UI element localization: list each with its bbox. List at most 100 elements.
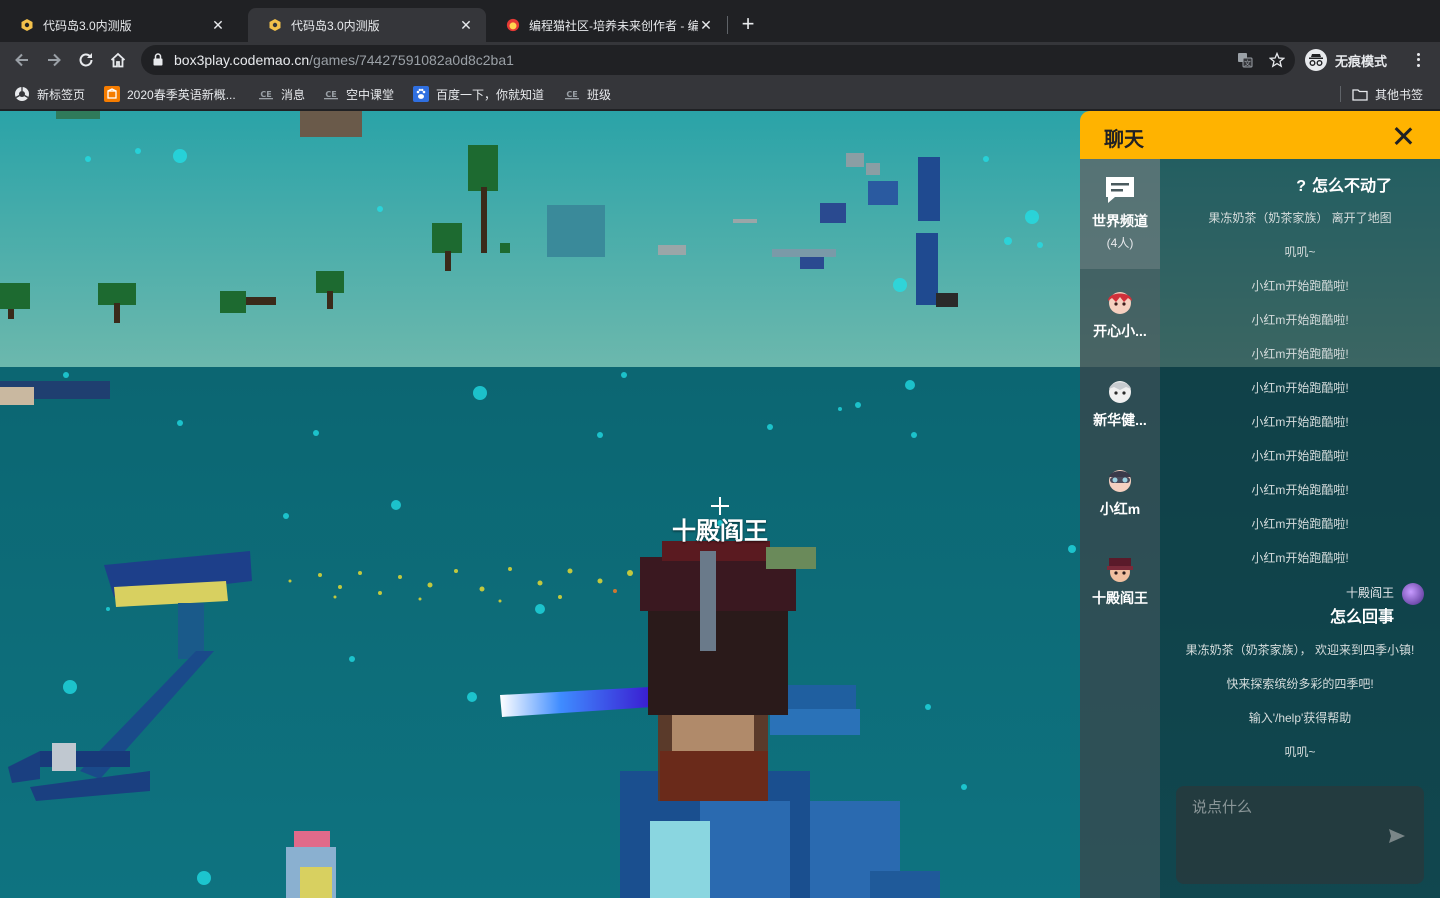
player-name-tag: 十殿阎王 <box>672 518 768 545</box>
message: 小红m开始跑酷啦! <box>1251 279 1349 293</box>
bookmark-label: 2020春季英语新概... <box>127 87 236 102</box>
bookmark-air-classroom[interactable]: CE 空中课堂 <box>323 85 394 103</box>
message: 小红m开始跑酷啦! <box>1251 517 1349 531</box>
reload-icon[interactable] <box>74 48 98 72</box>
channel-label: 世界频道 <box>1092 213 1148 229</box>
url-text: box3play.codemao.cn/games/74427591082a0d… <box>174 52 514 68</box>
bookmarks-bar: 新标签页 2020春季英语新概... CE 消息 CE 空中课堂 百度一下，你就… <box>0 78 1440 110</box>
message: 小红m开始跑酷啦! <box>1251 415 1349 429</box>
avatar-white <box>1104 374 1136 406</box>
tab-title: 代码岛3.0内测版 <box>291 18 380 33</box>
channel-count: (4人) <box>1106 236 1134 250</box>
chat-title: 聊天 <box>1104 129 1144 151</box>
tab-strip: 代码岛3.0内测版 ✕ 代码岛3.0内测版 ✕ 编程猫社区-培养未来创作者 - … <box>0 0 1440 42</box>
channel-user-3[interactable]: 小红m <box>1080 447 1160 536</box>
question-icon: ? <box>1296 178 1306 195</box>
browser-toolbar: box3play.codemao.cn/games/74427591082a0d… <box>0 42 1440 78</box>
send-icon[interactable] <box>1387 826 1407 846</box>
incognito-label: 无痕模式 <box>1335 53 1388 69</box>
message: 快来探索缤纷多彩的四季吧! <box>1226 677 1374 691</box>
close-icon[interactable] <box>1390 123 1416 149</box>
channel-user-1[interactable]: 开心小... <box>1080 269 1160 358</box>
translate-icon[interactable]: 文 <box>1235 50 1255 70</box>
channel-user-2[interactable]: 新华健... <box>1080 358 1160 447</box>
message-user-text: 怎么回事 <box>1329 609 1394 626</box>
channel-list: 世界频道 (4人) 开心小... 新华健... 小红m 十殿阎王 <box>1080 159 1160 898</box>
chat-input[interactable]: 说点什么 <box>1176 786 1424 884</box>
bookmark-messages[interactable]: CE 消息 <box>258 85 305 103</box>
bookmark-label: 班级 <box>587 87 612 102</box>
incognito-indicator[interactable]: 无痕模式 <box>1305 47 1387 73</box>
baidu-icon <box>413 86 429 102</box>
back-icon[interactable] <box>10 48 34 72</box>
home-icon[interactable] <box>106 48 130 72</box>
site-icon: CE <box>323 86 339 102</box>
lock-icon[interactable] <box>153 53 163 71</box>
chat-header: 聊天 <box>1080 111 1440 159</box>
message: 叽叽~ <box>1284 745 1316 759</box>
codemao-community-favicon-icon <box>506 18 520 32</box>
tab-separator <box>727 16 728 34</box>
avatar-hat <box>1104 552 1136 584</box>
chat-input-placeholder: 说点什么 <box>1192 799 1253 816</box>
bookmark-class[interactable]: CE 班级 <box>564 85 611 103</box>
avatar-red-hair <box>1104 285 1136 317</box>
message: 叽叽~ <box>1284 245 1316 259</box>
message: 小红m开始跑酷啦! <box>1251 449 1349 463</box>
bookmark-new-tab[interactable]: 新标签页 <box>14 85 85 103</box>
address-bar[interactable]: box3play.codemao.cn/games/74427591082a0d… <box>141 45 1295 75</box>
message: 输入'/help'获得帮助 <box>1248 711 1352 725</box>
tab-title: 编程猫社区-培养未来创作者 - 编 <box>529 18 698 33</box>
orange-book-icon <box>104 86 120 102</box>
channel-label: 十殿阎王 <box>1092 590 1148 606</box>
message: 小红m开始跑酷啦! <box>1251 483 1349 497</box>
other-bookmarks[interactable]: 其他书签 <box>1352 85 1423 103</box>
bookmark-label: 新标签页 <box>37 87 86 102</box>
chrome-icon <box>14 86 30 102</box>
message-sender: 十殿阎王 <box>1345 586 1394 600</box>
channel-label: 小红m <box>1099 501 1141 517</box>
tab-title: 代码岛3.0内测版 <box>43 18 132 33</box>
bookmark-star-icon[interactable] <box>1267 50 1287 70</box>
svg-text:CE: CE <box>260 90 271 99</box>
channel-label: 新华健... <box>1093 412 1147 428</box>
message: 小红m开始跑酷啦! <box>1251 313 1349 327</box>
site-icon: CE <box>564 86 580 102</box>
bookmark-english[interactable]: 2020春季英语新概... <box>104 85 236 103</box>
channel-user-4[interactable]: 十殿阎王 <box>1080 536 1160 625</box>
svg-text:CE: CE <box>325 90 336 99</box>
codemao-favicon-icon <box>20 18 34 32</box>
message: 果冻奶茶（奶茶家族） 离开了地图 <box>1208 211 1392 225</box>
channel-world[interactable]: 世界频道 (4人) <box>1080 159 1160 269</box>
codemao-favicon-icon <box>268 18 282 32</box>
new-tab-button[interactable]: + <box>736 13 760 37</box>
site-icon: CE <box>258 86 274 102</box>
bookmark-label: 消息 <box>281 87 306 102</box>
bookmark-label: 百度一下，你就知道 <box>436 87 545 102</box>
tab-3[interactable]: 编程猫社区-培养未来创作者 - 编 ✕ <box>486 8 726 42</box>
bookmark-label: 空中课堂 <box>346 87 395 102</box>
svg-text:CE: CE <box>566 90 577 99</box>
message: 小红m开始跑酷啦! <box>1251 347 1349 361</box>
incognito-icon <box>1305 49 1327 71</box>
tab-1[interactable]: 代码岛3.0内测版 ✕ <box>0 8 238 42</box>
message: 果冻奶茶（奶茶家族）， 欢迎来到四季小镇! <box>1185 643 1415 657</box>
message-question: ? 怎么不动了 <box>1296 178 1392 195</box>
tab-close-icon[interactable]: ✕ <box>698 17 714 33</box>
channel-label: 开心小... <box>1093 323 1147 339</box>
message: 小红m开始跑酷啦! <box>1251 381 1349 395</box>
bookmark-baidu[interactable]: 百度一下，你就知道 <box>413 85 544 103</box>
message: 小红m开始跑酷啦! <box>1251 551 1349 565</box>
folder-icon <box>1352 86 1368 102</box>
tab-close-icon[interactable]: ✕ <box>210 17 226 33</box>
svg-text:文: 文 <box>1244 59 1251 68</box>
forward-icon[interactable] <box>42 48 66 72</box>
tab-close-icon[interactable]: ✕ <box>458 17 474 33</box>
avatar-goggles <box>1104 463 1136 495</box>
tab-2[interactable]: 代码岛3.0内测版 ✕ <box>248 8 486 42</box>
chat-panel: 聊天 世界频道 (4人) 开心小... 新华健... 小红m 十殿阎王 ? 怎么… <box>1080 111 1440 898</box>
browser-menu-icon[interactable] <box>1410 49 1426 71</box>
chat-bubble-icon <box>1103 173 1137 207</box>
sender-avatar <box>1402 583 1424 605</box>
bookmarks-separator <box>1340 86 1341 102</box>
